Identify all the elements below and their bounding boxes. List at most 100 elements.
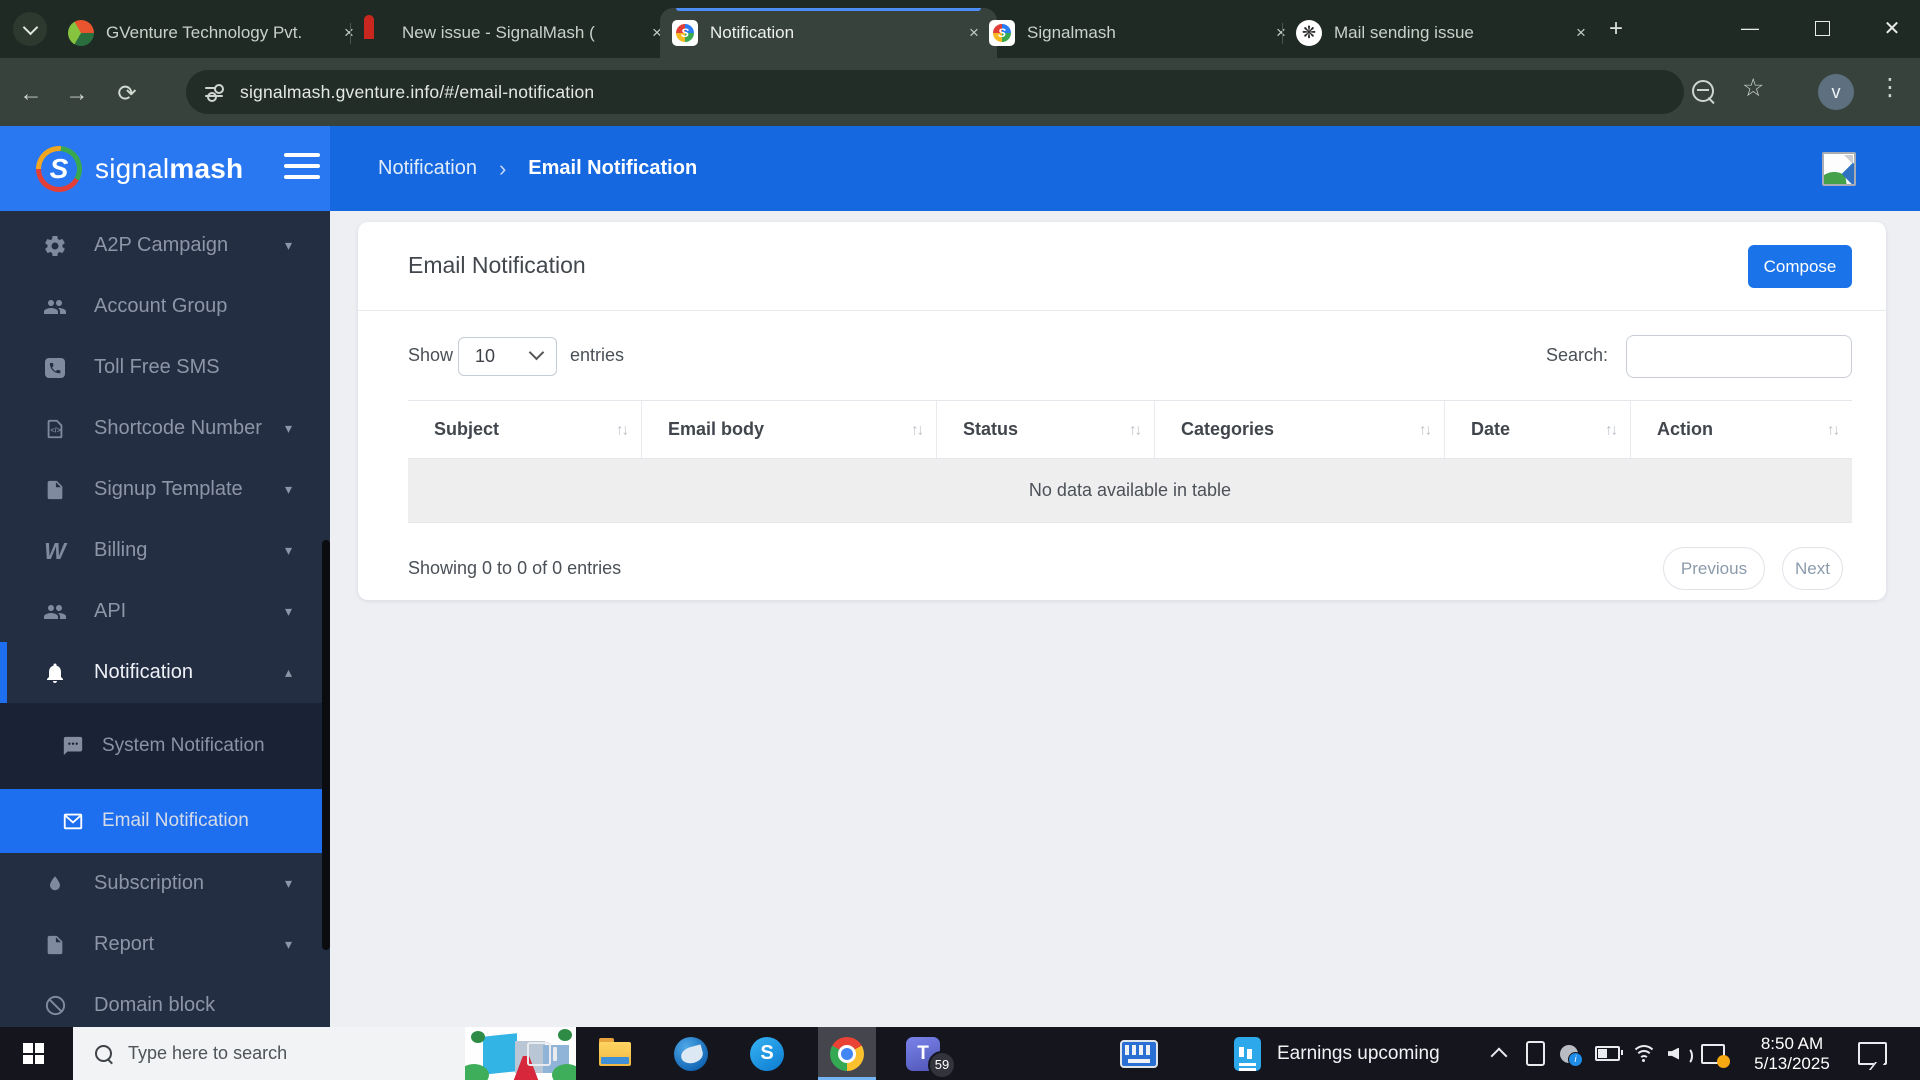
file-explorer-button[interactable]	[586, 1027, 644, 1080]
tray-battery-icon[interactable]	[1592, 1027, 1622, 1080]
sidebar-item-a2p-campaign[interactable]: A2P Campaign ▾	[0, 215, 330, 276]
redmine-favicon	[364, 15, 374, 39]
column-header-date[interactable]: Date↑↓	[1445, 401, 1631, 458]
tray-wifi-icon[interactable]	[1628, 1027, 1658, 1080]
broken-image-icon[interactable]	[1822, 152, 1856, 186]
sort-icon[interactable]: ↑↓	[616, 421, 627, 438]
sidebar-item-label: Account Group	[94, 295, 227, 318]
chatgpt-favicon: ❋	[1296, 20, 1322, 46]
browser-tab-mail-issue[interactable]: ❋ Mail sending issue ×	[1284, 8, 1604, 58]
sort-icon[interactable]: ↑↓	[1827, 421, 1838, 438]
table-search-input[interactable]	[1626, 335, 1852, 378]
site-settings-icon[interactable]	[204, 82, 224, 102]
compose-button[interactable]: Compose	[1748, 245, 1852, 288]
bookmark-star-icon[interactable]: ☆	[1742, 73, 1764, 103]
brand-name[interactable]: signalmash	[95, 153, 243, 185]
touch-keyboard-button[interactable]	[1110, 1027, 1168, 1080]
window-close-button[interactable]: ✕	[1868, 0, 1916, 56]
sidebar-item-label: API	[94, 600, 126, 623]
teams-notification-badge: 59	[928, 1051, 956, 1079]
windows-taskbar: S T59 Earnings upcoming 8:50 AM 5/13/202…	[0, 1027, 1920, 1080]
new-tab-button[interactable]: +	[1600, 13, 1632, 45]
tray-expand-button[interactable]	[1484, 1027, 1514, 1080]
chrome-button[interactable]	[818, 1027, 876, 1080]
news-widget-label[interactable]: Earnings upcoming	[1277, 1027, 1440, 1080]
sidebar-item-toll-free-sms[interactable]: Toll Free SMS	[0, 337, 330, 398]
sort-icon[interactable]: ↑↓	[1129, 421, 1140, 438]
sidebar-item-email-notification-active[interactable]: Email Notification	[0, 789, 330, 853]
action-center-icon[interactable]	[1858, 1042, 1887, 1065]
clock-time: 8:50 AM	[1748, 1034, 1836, 1054]
email-notification-card: Email Notification Compose Show 10 entri…	[358, 222, 1886, 600]
sidebar-item-shortcode-number[interactable]: </> Shortcode Number ▾	[0, 398, 330, 459]
caret-down-icon: ▾	[285, 481, 292, 498]
browser-menu-icon[interactable]: ⋮	[1878, 73, 1902, 102]
clock-date: 5/13/2025	[1748, 1054, 1836, 1074]
sidebar-scrollbar[interactable]	[322, 540, 330, 950]
sidebar-item-label: System Notification	[102, 735, 265, 757]
window-restore-button[interactable]	[1798, 0, 1846, 56]
task-view-button[interactable]	[510, 1027, 568, 1080]
tray-volume-icon[interactable]	[1664, 1027, 1694, 1080]
sidebar-item-api[interactable]: API ▾	[0, 581, 330, 642]
column-header-status[interactable]: Status↑↓	[937, 401, 1155, 458]
profile-avatar[interactable]: v	[1818, 74, 1854, 110]
browser-tab-signalmash[interactable]: Signalmash ×	[977, 8, 1304, 58]
column-header-categories[interactable]: Categories↑↓	[1155, 401, 1445, 458]
sidebar-item-domain-block[interactable]: Domain block	[0, 975, 330, 1027]
tab-title: Signalmash	[1027, 23, 1260, 43]
page-zoom-icon[interactable]	[1692, 80, 1714, 102]
sidebar-item-signup-template[interactable]: Signup Template ▾	[0, 459, 330, 520]
sidebar-item-system-notification[interactable]: System Notification	[0, 703, 330, 789]
window-minimize-button[interactable]: —	[1726, 0, 1774, 56]
tray-signin-icon[interactable]	[1698, 1027, 1728, 1080]
sidebar-item-account-group[interactable]: Account Group	[0, 276, 330, 337]
forward-button[interactable]: →	[60, 76, 94, 110]
previous-page-button[interactable]: Previous	[1663, 547, 1765, 590]
file-icon	[38, 933, 72, 957]
breadcrumb-current: Email Notification	[528, 157, 697, 180]
sidebar-item-report[interactable]: Report ▾	[0, 914, 330, 975]
gear-icon	[38, 234, 72, 258]
sidebar-item-subscription[interactable]: Subscription ▾	[0, 853, 330, 914]
column-header-action[interactable]: Action↑↓	[1631, 401, 1852, 458]
sidebar-item-billing[interactable]: W Billing ▾	[0, 520, 330, 581]
tab-close-icon[interactable]: ×	[1570, 22, 1592, 44]
back-button[interactable]: ←	[14, 76, 48, 110]
tab-title: Mail sending issue	[1334, 23, 1560, 43]
brand-bold: mash	[169, 153, 243, 184]
notification-submenu: System Notification Email Notification	[0, 703, 330, 853]
column-header-email-body[interactable]: Email body↑↓	[642, 401, 937, 458]
browser-tab-gventure[interactable]: GVenture Technology Pvt. ×	[56, 8, 372, 58]
address-bar[interactable]: signalmash.gventure.info/#/email-notific…	[186, 70, 1684, 114]
table-header-row: Subject↑↓ Email body↑↓ Status↑↓ Categori…	[408, 400, 1852, 459]
file-code-icon: </>	[38, 417, 72, 441]
reload-button[interactable]: ⟳	[110, 76, 144, 110]
taskbar-search-box[interactable]	[73, 1027, 503, 1080]
caret-down-icon: ▾	[285, 875, 292, 892]
next-page-button[interactable]: Next	[1782, 547, 1843, 590]
tab-search-button[interactable]	[13, 12, 47, 46]
thunderbird-button[interactable]	[662, 1027, 720, 1080]
taskbar-search-input[interactable]	[126, 1042, 370, 1065]
sidebar-item-notification[interactable]: Notification ▴	[0, 642, 330, 703]
breadcrumb-parent[interactable]: Notification	[378, 157, 477, 180]
tray-your-phone-icon[interactable]	[1520, 1027, 1550, 1080]
tray-onedrive-info-icon[interactable]	[1554, 1027, 1584, 1080]
news-widget-button[interactable]	[1218, 1027, 1276, 1080]
start-button[interactable]	[23, 1043, 44, 1064]
skype-button[interactable]: S	[738, 1027, 796, 1080]
task-view-icon	[527, 1042, 551, 1066]
taskbar-clock[interactable]: 8:50 AM 5/13/2025	[1748, 1034, 1836, 1074]
skype-icon: S	[750, 1037, 784, 1071]
sort-icon[interactable]: ↑↓	[911, 421, 922, 438]
browser-tab-new-issue[interactable]: New issue - SignalMash ( ×	[352, 8, 680, 58]
browser-tab-notification-active[interactable]: Notification ×	[660, 8, 997, 58]
page-size-select[interactable]: 10	[458, 337, 557, 376]
hamburger-menu-icon[interactable]	[284, 153, 320, 181]
teams-button[interactable]: T59	[894, 1027, 952, 1080]
sort-icon[interactable]: ↑↓	[1419, 421, 1430, 438]
sort-icon[interactable]: ↑↓	[1605, 421, 1616, 438]
signalmash-logo-icon[interactable]: S	[36, 146, 82, 192]
column-header-subject[interactable]: Subject↑↓	[408, 401, 642, 458]
